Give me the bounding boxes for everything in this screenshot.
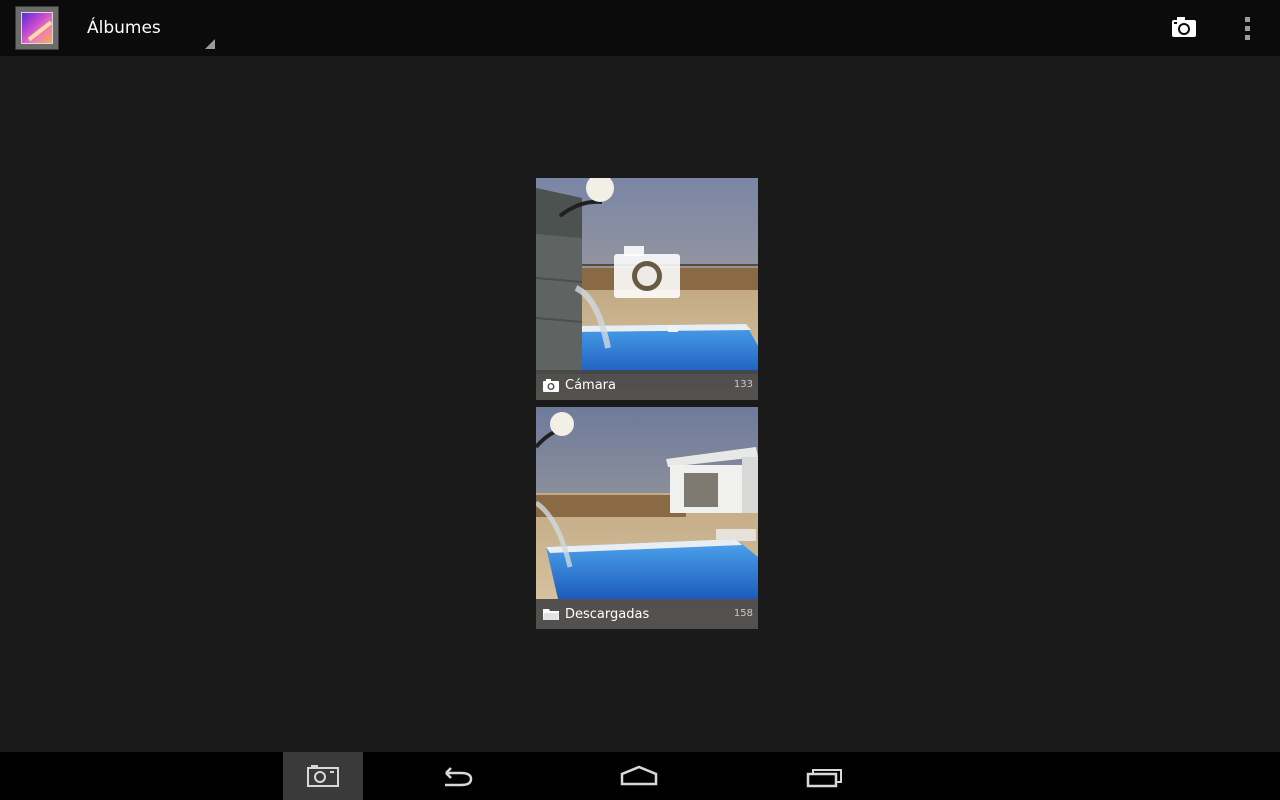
gallery-app-icon[interactable] [15,6,59,50]
back-icon [445,767,473,787]
album-thumbnail [536,178,758,400]
camera-action-button[interactable] [1162,8,1204,48]
view-spinner[interactable]: Álbumes [72,0,218,56]
recents-icon [806,769,842,788]
overflow-dot [1245,26,1250,31]
system-nav-bar [0,752,1280,800]
page-title: Álbumes [87,18,161,38]
gallery-app-icon-image [21,12,53,44]
camera-icon [1172,17,1196,37]
nav-home-button[interactable] [599,752,679,800]
album-tile-descargadas[interactable]: Descargadas 158 [536,407,758,629]
overflow-dot [1245,35,1250,40]
nav-camera-shortcut-button[interactable] [283,752,363,800]
spinner-indicator-icon [205,39,215,49]
gallery-app-icon-streak [27,20,52,42]
album-count: 158 [733,608,753,619]
album-thumbnail [536,407,758,629]
gallery-app: Álbumes Cámara 133 Descargadas 158 [0,0,1280,800]
overflow-dot [1245,17,1250,22]
overflow-menu-button[interactable] [1232,8,1264,48]
album-label-bar: Cámara 133 [536,370,758,400]
camera-icon [543,379,559,392]
action-bar: Álbumes [0,0,1280,56]
album-tile-camara[interactable]: Cámara 133 [536,178,758,400]
camera-icon [307,765,339,787]
album-name: Descargadas [565,607,650,622]
album-name: Cámara [565,378,616,393]
nav-recents-button[interactable] [784,752,864,800]
album-count: 133 [733,379,753,390]
album-label-bar: Descargadas 158 [536,599,758,629]
folder-icon [543,609,559,620]
home-icon [620,765,658,786]
nav-back-button[interactable] [415,752,495,800]
